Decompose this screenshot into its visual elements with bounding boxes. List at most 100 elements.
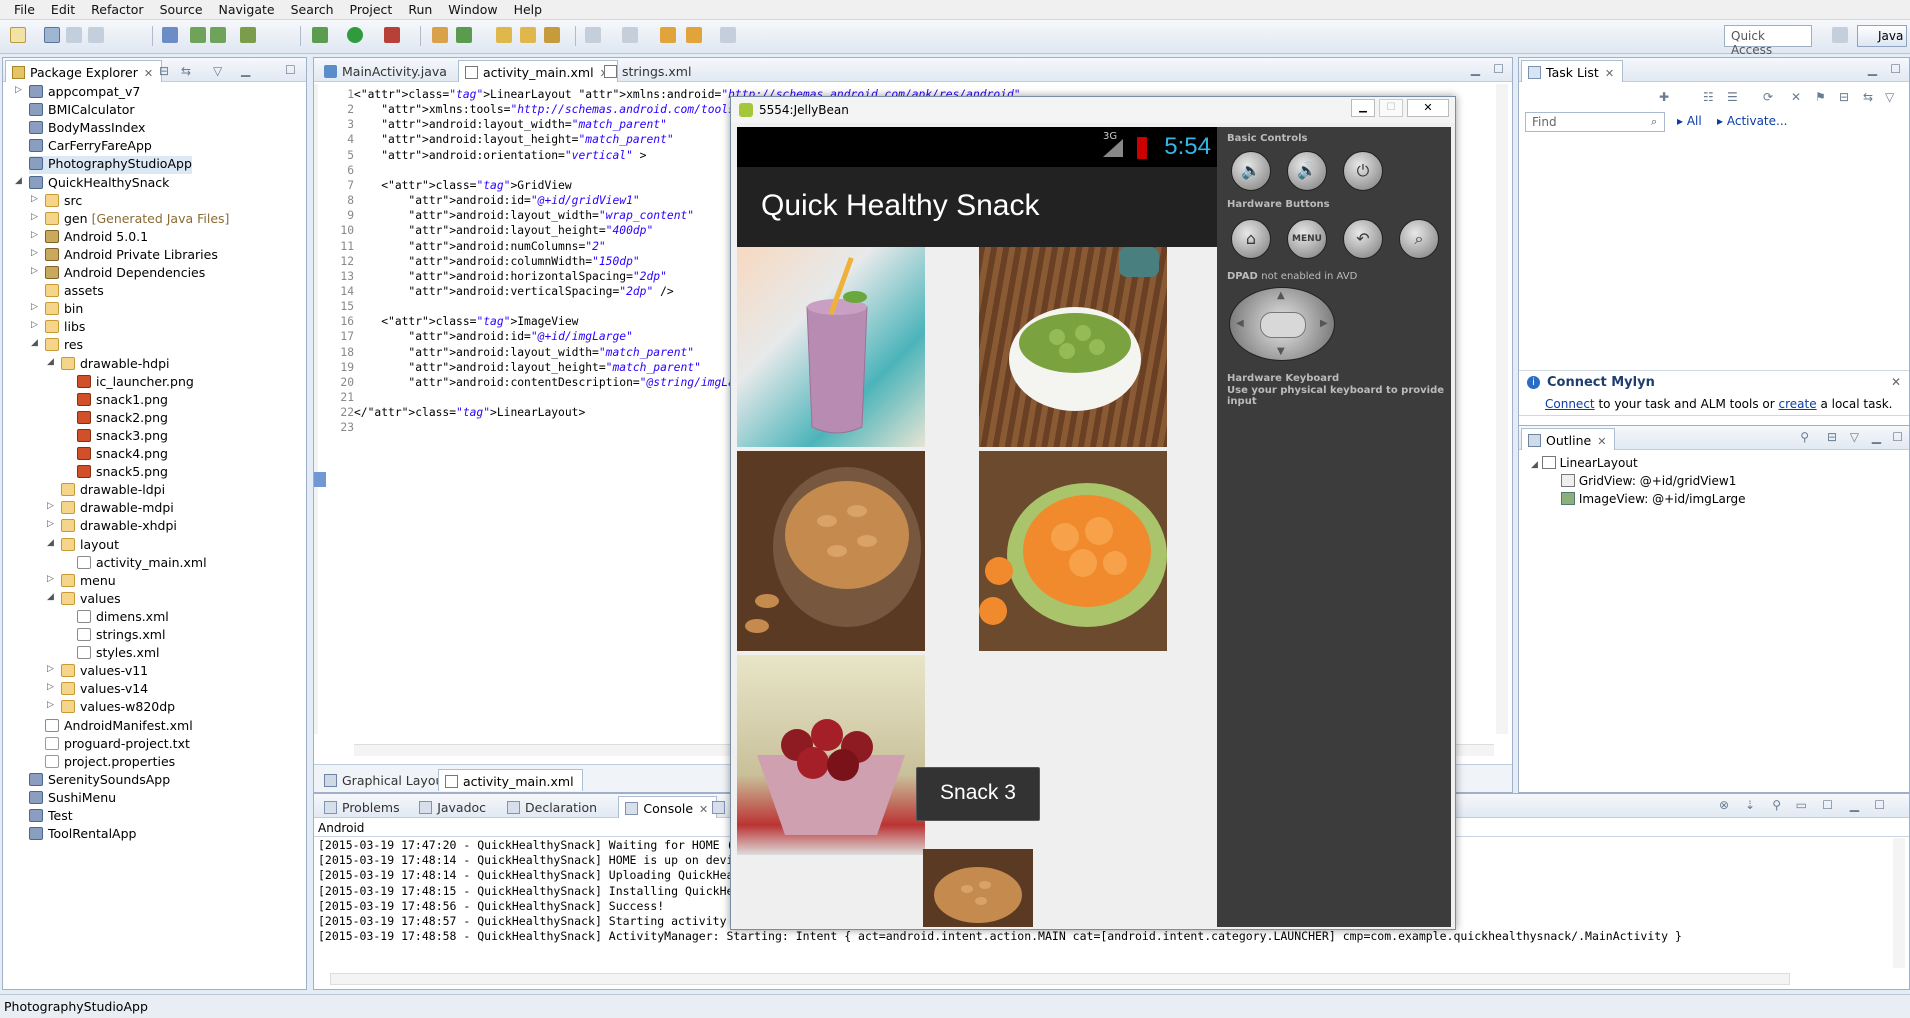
- expand-arrow-icon[interactable]: ▷: [47, 519, 54, 529]
- expand-arrow-icon[interactable]: ▷: [31, 320, 38, 330]
- tree-item[interactable]: proguard-project.txt: [45, 736, 190, 754]
- expand-arrow-icon[interactable]: ◢: [47, 538, 54, 548]
- tree-item[interactable]: PhotographyStudioApp: [29, 156, 192, 175]
- expand-arrow-icon[interactable]: ▷: [31, 266, 38, 276]
- vertical-scrollbar[interactable]: [1496, 84, 1508, 734]
- tab-declaration[interactable]: Declaration: [501, 796, 605, 818]
- tree-item[interactable]: SerenitySoundsApp: [29, 772, 170, 790]
- maximize-icon[interactable]: ☐: [1890, 62, 1901, 76]
- tab-outline[interactable]: Outline ✕: [1521, 428, 1616, 450]
- code-line[interactable]: "attr">android:id="@+id/imgLarge": [354, 330, 632, 343]
- print-icon[interactable]: [88, 27, 104, 43]
- code-line[interactable]: "attr">android:layout_width="match_paren…: [354, 118, 667, 131]
- dpad-up-icon[interactable]: ▲: [1277, 290, 1285, 301]
- tree-item[interactable]: ▷ values-v14: [47, 681, 148, 699]
- quick-access-input[interactable]: Quick Access: [1724, 25, 1812, 57]
- synchronize-icon[interactable]: ⟳: [1763, 90, 1773, 104]
- menu-project[interactable]: Project: [342, 2, 401, 17]
- activate-link[interactable]: ▸ Activate...: [1717, 114, 1787, 128]
- console-horizontal-scrollbar[interactable]: [330, 973, 1790, 985]
- tree-item[interactable]: dimens.xml: [77, 609, 169, 627]
- tree-item[interactable]: ◢ res: [31, 337, 83, 355]
- tree-item[interactable]: styles.xml: [77, 645, 160, 663]
- tab-package-explorer[interactable]: Package Explorer ✕: [5, 60, 163, 82]
- expand-arrow-icon[interactable]: ▷: [31, 194, 38, 204]
- volume-down-button[interactable]: 🔈: [1231, 151, 1271, 191]
- code-line[interactable]: "attr">android:layout_height="match_pare…: [354, 361, 700, 374]
- debug-run-icon[interactable]: [312, 27, 328, 43]
- menu-refactor[interactable]: Refactor: [83, 2, 151, 17]
- close-icon[interactable]: ✕: [1597, 435, 1606, 448]
- expand-arrow-icon[interactable]: ▷: [31, 230, 38, 240]
- console-vertical-scrollbar[interactable]: [1893, 838, 1905, 968]
- view-menu-icon[interactable]: ▽: [213, 64, 222, 78]
- expand-arrow-icon[interactable]: ▷: [47, 700, 54, 710]
- code-line[interactable]: "attr">android:verticalSpacing="2dp" />: [354, 285, 673, 298]
- tree-item[interactable]: ▷ Android 5.0.1: [31, 229, 148, 247]
- menu-source[interactable]: Source: [152, 2, 211, 17]
- tab-task-list[interactable]: Task List ✕: [1521, 60, 1624, 82]
- tab-graphical-layout[interactable]: Graphical Layout: [318, 769, 456, 791]
- maximize-icon[interactable]: ☐: [1493, 62, 1504, 76]
- minimize-icon[interactable]: ▁: [1872, 430, 1881, 444]
- minimize-icon[interactable]: ▁: [1471, 62, 1480, 76]
- sort-icon[interactable]: ⚲: [1800, 430, 1809, 444]
- expand-arrow-icon[interactable]: ◢: [47, 357, 54, 367]
- tree-item[interactable]: ◢ values: [47, 591, 121, 609]
- dpad-down-icon[interactable]: ▼: [1277, 346, 1285, 357]
- tree-item[interactable]: ic_launcher.png: [77, 374, 194, 392]
- tree-item[interactable]: CarFerryFareApp: [29, 138, 152, 156]
- minimize-window-button[interactable]: ▁: [1351, 99, 1375, 117]
- tree-item[interactable]: activity_main.xml: [77, 555, 207, 573]
- close-icon[interactable]: ✕: [1605, 67, 1614, 80]
- minimize-icon[interactable]: ▁: [1868, 62, 1877, 76]
- new-java-class-icon[interactable]: [432, 27, 448, 43]
- last-edit-icon[interactable]: [660, 27, 676, 43]
- code-line[interactable]: "attr">android:horizontalSpacing="2dp": [354, 270, 666, 283]
- tree-item[interactable]: Test: [29, 808, 73, 826]
- snack-image-edamame[interactable]: [979, 247, 1167, 447]
- close-icon[interactable]: ✕: [144, 67, 153, 80]
- menu-button[interactable]: MENU: [1287, 219, 1327, 259]
- tree-item[interactable]: snack1.png: [77, 392, 168, 410]
- menu-help[interactable]: Help: [506, 2, 551, 17]
- new-icon[interactable]: [10, 27, 26, 43]
- link-editor-icon[interactable]: ⇆: [181, 64, 191, 78]
- code-line[interactable]: "attr">android:numColumns="2": [354, 240, 605, 253]
- expand-arrow-icon[interactable]: ▷: [47, 664, 54, 674]
- expand-arrow-icon[interactable]: ▷: [31, 212, 38, 222]
- code-line[interactable]: "attr">android:id="@+id/gridView1": [354, 194, 639, 207]
- code-line[interactable]: <"attr">class="tag">GridView: [354, 179, 571, 192]
- tree-item[interactable]: SushiMenu: [29, 790, 116, 808]
- tree-item[interactable]: project.properties: [45, 754, 175, 772]
- scheduled-icon[interactable]: ☰: [1727, 90, 1738, 104]
- run-icon[interactable]: [347, 27, 363, 43]
- code-line[interactable]: "attr">android:layout_width="match_paren…: [354, 346, 694, 359]
- expand-arrow-icon[interactable]: ▷: [47, 501, 54, 511]
- menu-search[interactable]: Search: [283, 2, 342, 17]
- save-icon[interactable]: [44, 27, 60, 43]
- open-type-icon[interactable]: [496, 27, 512, 43]
- view-menu-icon[interactable]: ▽: [1885, 90, 1894, 104]
- snack-image-cherries[interactable]: [737, 655, 925, 855]
- tree-item[interactable]: ▷ Android Dependencies: [31, 265, 205, 283]
- annotation-icon[interactable]: [585, 27, 601, 43]
- create-link[interactable]: create: [1779, 397, 1817, 411]
- volume-up-button[interactable]: 🔊: [1287, 151, 1327, 191]
- expand-arrow-icon[interactable]: ▷: [15, 85, 22, 95]
- expand-arrow-icon[interactable]: ▷: [47, 574, 54, 584]
- connect-link[interactable]: Connect: [1545, 397, 1595, 411]
- expand-arrow-icon[interactable]: ▷: [31, 248, 38, 258]
- new-package-icon[interactable]: [456, 27, 472, 43]
- console-pin-icon[interactable]: ⚲: [1772, 798, 1781, 812]
- tab-javadoc[interactable]: Javadoc: [413, 796, 494, 818]
- outline-item-linearlayout[interactable]: ◢ LinearLayout: [1531, 456, 1746, 474]
- code-line[interactable]: </"attr">class="tag">LinearLayout>: [354, 406, 585, 419]
- tree-item[interactable]: ▷ libs: [31, 319, 85, 337]
- tab-activity-main[interactable]: activity_main.xml✕: [458, 60, 618, 82]
- menu-file[interactable]: File: [6, 2, 43, 17]
- task-find-input[interactable]: Find: [1525, 112, 1665, 132]
- tree-item[interactable]: snack3.png: [77, 428, 168, 446]
- tree-item[interactable]: ▷ drawable-mdpi: [47, 500, 174, 518]
- console-open-icon[interactable]: ☐: [1822, 798, 1833, 812]
